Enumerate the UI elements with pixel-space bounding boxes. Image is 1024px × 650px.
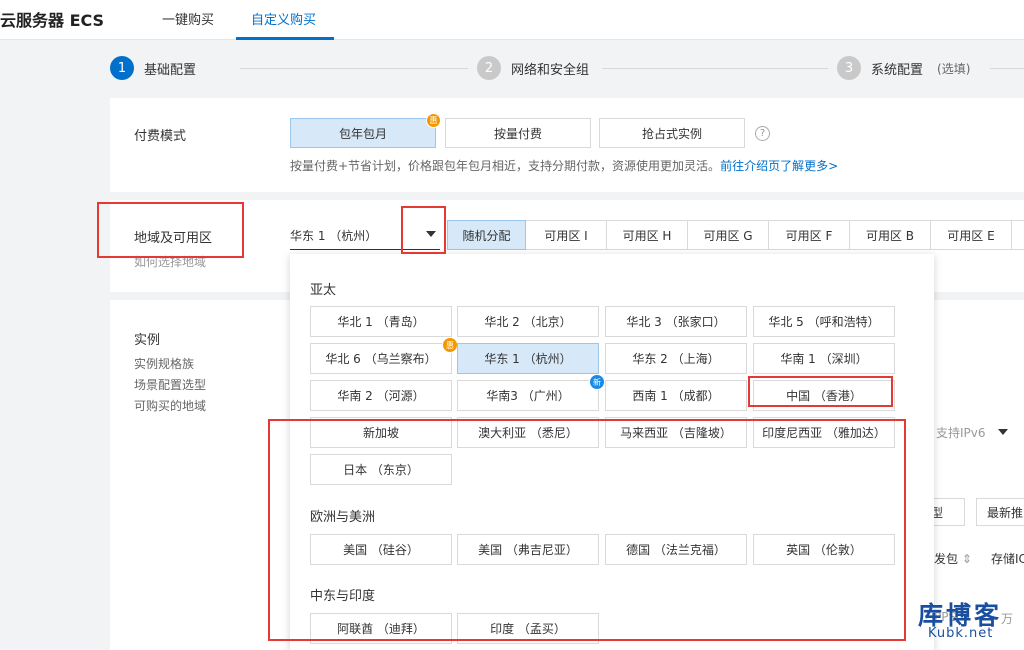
zone-tab-f[interactable]: 可用区 F xyxy=(769,220,850,250)
column-header-storage[interactable]: 存储IC xyxy=(991,550,1024,567)
instance-regions-link[interactable]: 可购买的地域 xyxy=(134,397,206,414)
billing-option-label: 抢占式实例 xyxy=(641,126,702,141)
billing-hint-text: 按量付费+节省计划，价格跟包年包月相近，支持分期付款，资源使用更加灵活。 xyxy=(290,159,721,173)
billing-pay-as-you-go-button[interactable]: 按量付费 xyxy=(445,118,591,148)
step-optional-note: (选填) xyxy=(937,61,971,76)
zone-tab-g[interactable]: 可用区 G xyxy=(688,220,769,250)
annotation-box-dropdown-arrow xyxy=(401,206,446,254)
zone-tab-e[interactable]: 可用区 E xyxy=(931,220,1012,250)
step-number: 1 xyxy=(110,56,134,80)
new-badge-icon: 新 xyxy=(589,374,605,390)
region-option-selected[interactable]: 华东 1 （杭州） xyxy=(457,343,599,374)
region-option[interactable]: 华南 2 （河源） xyxy=(310,380,452,411)
top-bar: 云服务器 ECS 一键购买 自定义购买 xyxy=(0,0,1024,40)
discount-badge-icon: 惠 xyxy=(442,337,458,353)
column-header-label: 发包 xyxy=(934,552,959,566)
annotation-box-region-label xyxy=(97,202,244,258)
step-number: 3 xyxy=(837,56,861,80)
region-option[interactable]: 华北 6 （乌兰察布） 惠 xyxy=(310,337,458,374)
billing-preemptible-button[interactable]: 抢占式实例 xyxy=(599,118,745,148)
step-system-config[interactable]: 3 系统配置 (选填) xyxy=(837,56,970,80)
app-title: 云服务器 ECS xyxy=(0,11,105,30)
step-connector xyxy=(602,68,828,69)
billing-option-label: 按量付费 xyxy=(493,126,542,141)
region-option[interactable]: 华南3 （广州） 新 xyxy=(457,374,605,411)
instance-family-link[interactable]: 实例规格族 xyxy=(134,355,194,372)
instance-scenario-link[interactable]: 场景配置选型 xyxy=(134,376,206,393)
help-icon[interactable]: ? xyxy=(755,126,770,141)
billing-option-label: 包年包月 xyxy=(338,126,387,141)
region-option[interactable]: 华南 1 （深圳） xyxy=(753,343,895,374)
region-option[interactable]: 华北 5 （呼和浩特） xyxy=(753,306,895,337)
latest-filter-button[interactable]: 最新推 xyxy=(976,498,1024,526)
sort-icon: ⇕ xyxy=(961,552,972,566)
region-option[interactable]: 华东 2 （上海） xyxy=(605,343,747,374)
annotation-box-hongkong xyxy=(748,376,893,407)
region-option[interactable]: 华北 2 （北京） xyxy=(457,306,599,337)
zone-tab-overflow[interactable] xyxy=(1012,220,1024,250)
instance-label: 实例 xyxy=(134,333,161,348)
step-label: 基础配置 xyxy=(144,62,197,78)
chevron-down-icon[interactable] xyxy=(998,429,1008,435)
column-header-send[interactable]: 发包 ⇕ xyxy=(934,550,972,567)
region-option[interactable]: 华北 1 （青岛） xyxy=(310,306,452,337)
tab-custom-buy[interactable]: 自定义购买 xyxy=(251,9,316,28)
billing-learn-more-link[interactable]: 前往介绍页了解更多> xyxy=(720,159,838,173)
billing-subscription-button[interactable]: 包年包月 惠 xyxy=(290,113,441,148)
group-title-asia-pacific: 亚太 xyxy=(310,283,337,298)
tab-one-click-buy[interactable]: 一键购买 xyxy=(162,9,214,28)
annotation-box-overseas-regions xyxy=(268,419,906,641)
step-basic-config[interactable]: 1 基础配置 xyxy=(110,56,196,80)
active-tab-indicator xyxy=(236,37,334,40)
region-option-label: 华南3 （广州） xyxy=(486,389,570,403)
step-connector xyxy=(990,68,1024,69)
zone-tab-i[interactable]: 可用区 I xyxy=(526,220,607,250)
step-label: 系统配置 xyxy=(871,62,924,78)
region-option[interactable]: 西南 1 （成都） xyxy=(605,380,747,411)
step-network-security[interactable]: 2 网络和安全组 xyxy=(477,56,589,80)
zone-tab-h[interactable]: 可用区 H xyxy=(607,220,688,250)
zone-tab-b[interactable]: 可用区 B xyxy=(850,220,931,250)
watermark-url: Kubk.net xyxy=(928,626,994,641)
region-option-label: 华北 6 （乌兰察布） xyxy=(325,352,437,366)
discount-badge-icon: 惠 xyxy=(426,113,441,128)
billing-hint: 按量付费+节省计划，价格跟包年包月相近，支持分期付款，资源使用更加灵活。前往介绍… xyxy=(290,157,838,174)
value-unit: 万 xyxy=(1001,612,1014,626)
region-option[interactable]: 华北 3 （张家口） xyxy=(605,306,747,337)
step-number: 2 xyxy=(477,56,501,80)
ipv6-filter[interactable]: 支持IPv6 xyxy=(936,424,986,441)
zone-tab-random[interactable]: 随机分配 xyxy=(447,220,526,250)
step-label: 网络和安全组 xyxy=(511,62,590,78)
latest-filter-label: 最新推 xyxy=(987,505,1024,520)
step-connector xyxy=(240,68,468,69)
billing-label: 付费模式 xyxy=(134,129,187,144)
